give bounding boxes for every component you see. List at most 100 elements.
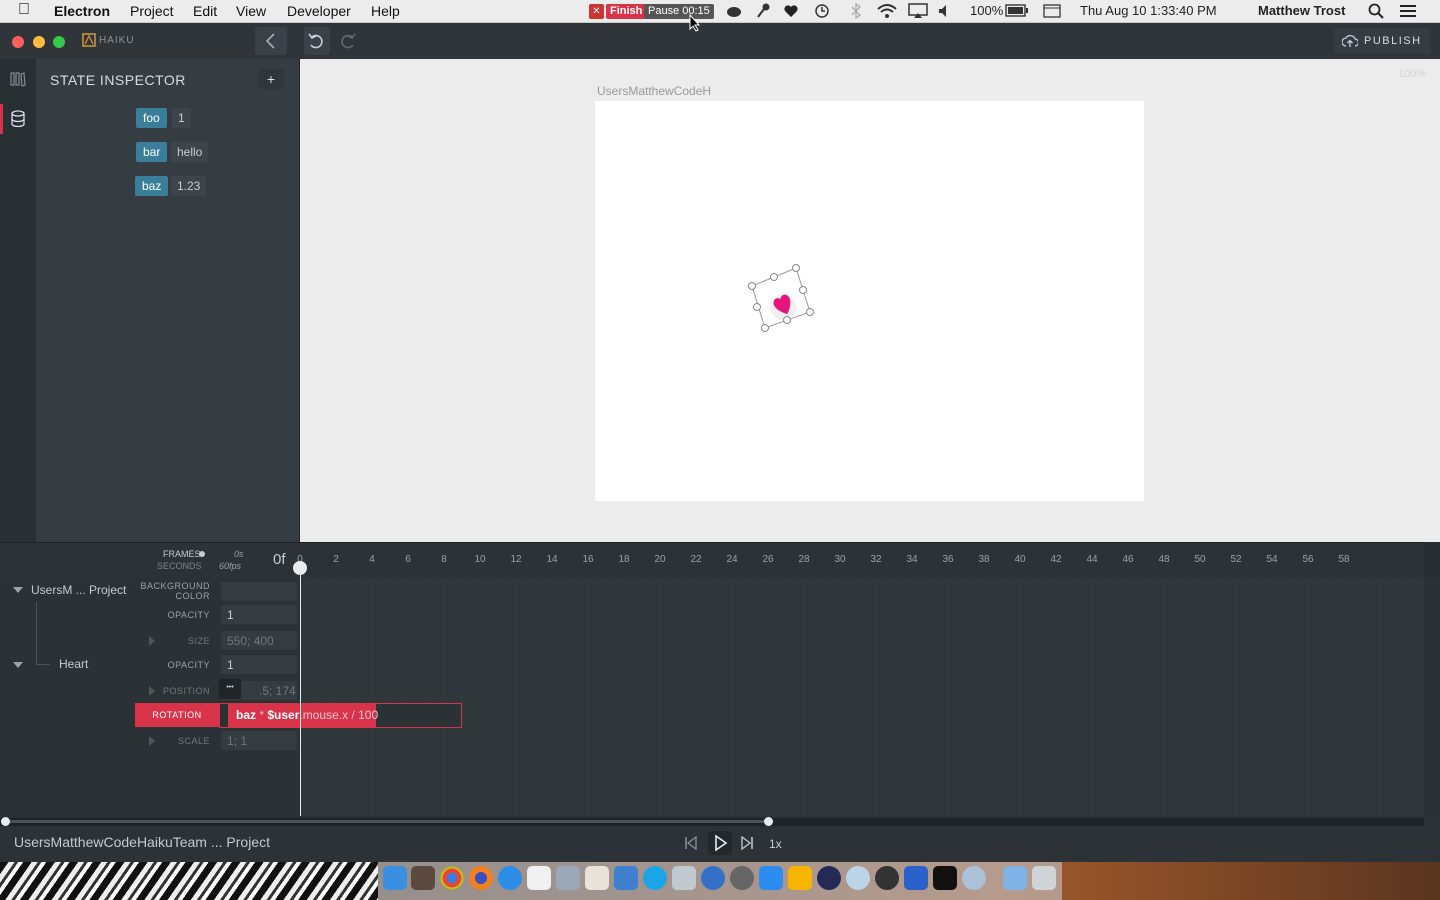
heart-element[interactable] [740,259,820,339]
menubar-clock[interactable]: Thu Aug 10 1:33:40 PM [1080,3,1217,18]
frame-tick[interactable]: 2 [333,554,339,565]
app-menu[interactable]: Electron [54,3,110,19]
rotation-expression-editor[interactable]: baz * $user.mouse.x / 100 [219,703,462,728]
frame-tick[interactable]: 34 [906,554,917,565]
frame-tick[interactable]: 4 [369,554,375,565]
redo-button[interactable] [336,27,360,55]
add-state-button[interactable]: + [258,69,284,89]
menu-edit[interactable]: Edit [193,3,217,19]
frame-tick[interactable]: 32 [870,554,881,565]
chrome-icon[interactable] [440,866,464,890]
recorder-close-button[interactable]: ✕ [589,4,604,19]
publish-button[interactable]: PUBLISH [1334,28,1430,54]
volume-icon[interactable] [938,4,952,18]
collapse-panel-button[interactable] [255,27,287,55]
menu-help[interactable]: Help [371,3,400,19]
library-icon[interactable] [10,71,26,87]
undo-button[interactable] [304,27,330,55]
frame-tick[interactable]: 36 [942,554,953,565]
zoom-app-icon[interactable] [759,866,783,890]
range-end-handle[interactable] [764,817,773,826]
frame-tick[interactable]: 20 [654,554,665,565]
database-icon[interactable] [10,110,26,128]
menu-developer[interactable]: Developer [287,3,351,19]
notes-app-icon[interactable] [411,866,435,890]
terminal-icon[interactable] [933,866,957,890]
frame-tick[interactable]: 26 [762,554,773,565]
app-s-icon[interactable] [527,866,551,890]
zoom-level[interactable]: 100% [1398,68,1426,80]
battery-icon[interactable] [1005,4,1029,18]
chevron-down-icon[interactable] [13,586,23,594]
chevron-down-icon[interactable] [13,661,23,669]
folder-app-icon[interactable] [614,866,638,890]
frame-tick[interactable]: 14 [546,554,557,565]
recorder-pause-button[interactable]: Pause 00:15 [644,4,714,19]
skype-icon[interactable] [643,866,667,890]
timeline-range-bar[interactable] [5,820,769,823]
recorder-finish-button[interactable]: Finish [606,4,647,19]
heart-opacity-field[interactable]: 1 [220,654,298,675]
state-key-foo[interactable]: foo [136,108,167,128]
frame-tick[interactable]: 22 [690,554,701,565]
safari-icon[interactable] [498,866,522,890]
play-button[interactable] [708,831,732,855]
skip-forward-icon[interactable] [740,836,754,850]
heart-tray-icon[interactable] [783,4,799,18]
frame-tick[interactable]: 58 [1338,554,1349,565]
size-field[interactable]: 550; 400 [220,630,298,651]
notification-center-icon[interactable] [1399,4,1417,18]
bluetooth-icon[interactable] [850,3,862,19]
frames-mode-label[interactable]: FRAMES [163,549,201,559]
time-machine-icon[interactable] [814,3,830,19]
zoom-window-button[interactable] [53,36,65,48]
onepassword-icon[interactable] [701,866,725,890]
frame-tick[interactable]: 50 [1194,554,1205,565]
mail-icon[interactable] [556,866,580,890]
app-camera-icon[interactable] [904,866,928,890]
calendar-icon[interactable] [1043,4,1061,18]
frame-tick[interactable]: 8 [441,554,447,565]
frame-tick[interactable]: 30 [834,554,845,565]
state-value-baz[interactable]: 1.23 [171,176,207,196]
rotation-label[interactable]: ROTATION [135,703,219,727]
frame-tick[interactable]: 18 [618,554,629,565]
menubar-user[interactable]: Matthew Trost [1258,3,1345,18]
frame-tick[interactable]: 40 [1014,554,1025,565]
frame-tick[interactable]: 16 [582,554,593,565]
sketch-icon[interactable] [788,866,812,890]
frame-tick[interactable]: 10 [474,554,485,565]
frame-tick[interactable]: 46 [1122,554,1133,565]
cloud-app-icon[interactable] [875,866,899,890]
wifi-icon[interactable] [876,3,898,19]
electron-icon[interactable] [962,866,986,890]
settings-gear-icon[interactable] [846,866,870,890]
spotlight-search-icon[interactable] [1368,3,1384,19]
cloud-icon[interactable] [726,4,742,18]
tree-root-label[interactable]: UsersM ... Project [31,583,126,597]
frame-tick[interactable]: 38 [978,554,989,565]
airplay-icon[interactable] [908,3,928,19]
state-value-foo[interactable]: 1 [172,108,191,128]
frame-tick[interactable]: 52 [1230,554,1241,565]
menu-project[interactable]: Project [130,3,174,19]
menu-view[interactable]: View [236,3,266,19]
fps-readout[interactable]: 60fps [219,561,241,571]
frame-tick[interactable]: 6 [405,554,411,565]
playhead-handle[interactable] [293,561,307,575]
frame-tick[interactable]: 56 [1302,554,1313,565]
close-window-button[interactable] [12,36,24,48]
artboard[interactable] [595,101,1144,501]
minimize-window-button[interactable] [33,36,45,48]
frame-tick[interactable]: 54 [1266,554,1277,565]
range-start-handle[interactable] [1,817,10,826]
background-color-field[interactable] [220,581,298,602]
apple-icon[interactable]:  [18,1,30,19]
frame-tick[interactable]: 12 [510,554,521,565]
expression-menu-button[interactable]: ••• [219,679,241,699]
finder-icon[interactable] [383,866,407,890]
state-key-bar[interactable]: bar [136,142,168,162]
keyframe-grid[interactable] [300,578,1424,816]
app-ring-icon[interactable] [817,866,841,890]
frame-tick[interactable]: 28 [798,554,809,565]
